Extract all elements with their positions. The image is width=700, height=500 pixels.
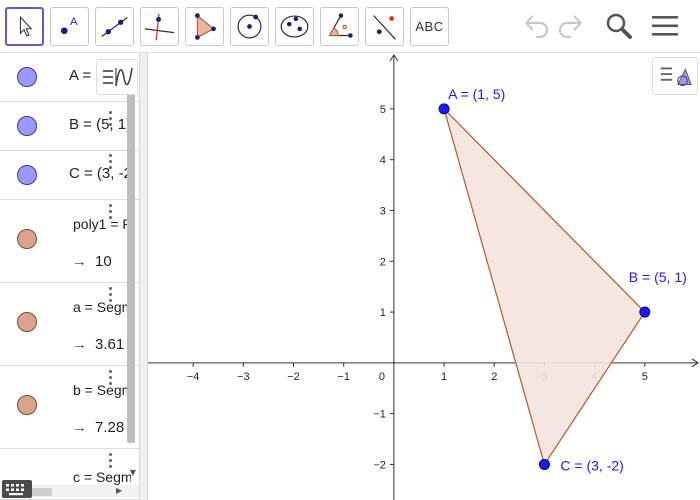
y-tick-label: −1 xyxy=(373,409,386,421)
triangle-poly1 xyxy=(443,108,646,466)
y-tick-label: 3 xyxy=(380,205,386,217)
reflect-icon xyxy=(373,15,396,40)
algebra-row-segment-a[interactable]: a = Segment(B, C, poly1) → 3.61 xyxy=(0,283,139,366)
line-tool-button[interactable] xyxy=(95,7,134,46)
definition-poly1[interactable]: poly1 = Polygon(A, B, C) xyxy=(73,216,131,232)
more-options-icon[interactable] xyxy=(108,287,114,305)
polygon-icon xyxy=(195,13,216,40)
graphics-style-bar-button[interactable] xyxy=(652,57,698,95)
conic-tool-button[interactable] xyxy=(275,7,314,46)
visibility-toggle-poly1[interactable] xyxy=(17,229,37,249)
scroll-down-arrow-icon[interactable]: ▼ xyxy=(127,467,139,479)
y-tick-label: 5 xyxy=(380,104,386,116)
visibility-toggle-segment-b[interactable] xyxy=(17,395,37,415)
move-tool-button[interactable] xyxy=(5,7,44,46)
point-b xyxy=(639,306,651,318)
point-icon: A xyxy=(60,16,78,35)
keyboard-button[interactable] xyxy=(2,480,32,498)
y-tick-label: 2 xyxy=(380,256,386,268)
undo-button[interactable] xyxy=(518,10,552,42)
circle-center-point-icon xyxy=(237,14,262,39)
redo-icon xyxy=(558,15,582,39)
algebra-row-poly1[interactable]: poly1 = Polygon(A, B, C) → 10 xyxy=(0,200,139,283)
x-tick-label: 1 xyxy=(441,371,447,383)
more-options-icon[interactable] xyxy=(108,154,114,172)
undo-icon xyxy=(525,15,549,39)
y-tick-label: −2 xyxy=(373,459,386,471)
x-tick-label: 5 xyxy=(642,371,648,383)
graphics-view[interactable]: −4−3−2−101234554321−1−2A = (1, 5)B = (5,… xyxy=(148,53,700,500)
ellipse-icon xyxy=(280,15,309,38)
x-tick-label: 2 xyxy=(491,371,497,383)
algebra-row-point-c[interactable]: C = (3, -2) xyxy=(0,151,139,200)
menu-button[interactable] xyxy=(648,10,682,42)
definition-b[interactable]: B = (5, 1) xyxy=(69,116,127,133)
value-arrow: → xyxy=(72,419,87,436)
angle-tool-button[interactable] xyxy=(320,7,359,46)
value-arrow: → xyxy=(72,336,87,353)
x-tick-label: −1 xyxy=(337,371,350,383)
value-segment-b: → 7.28 xyxy=(72,419,127,436)
keyboard-icon xyxy=(6,484,24,496)
visibility-toggle-segment-a[interactable] xyxy=(17,312,37,332)
geogebra-app: A ABC A = B = (5, 1) C = (3, - poly1 = →… xyxy=(0,0,700,500)
point-a xyxy=(438,103,450,115)
text-icon: ABC xyxy=(415,19,444,34)
value-poly1-number: 10 xyxy=(95,253,112,270)
x-tick-label: 0 xyxy=(379,371,385,383)
graphics-canvas[interactable]: −4−3−2−101234554321−1−2A = (1, 5)B = (5,… xyxy=(148,53,700,500)
menu-icon xyxy=(652,16,678,36)
point-c xyxy=(538,458,550,470)
x-tick-label: −3 xyxy=(237,371,250,383)
definition-segment-a[interactable]: a = Segment(B, C, poly1) xyxy=(73,299,131,315)
perpendicular-line-tool-button[interactable] xyxy=(140,7,179,46)
definition-c[interactable]: C = (3, -2) xyxy=(69,165,127,182)
value-segment-b-number: 7.28 xyxy=(95,419,125,436)
algebra-style-icon xyxy=(103,67,133,87)
point-tool-button[interactable]: A xyxy=(50,7,89,46)
visibility-toggle-b[interactable] xyxy=(17,116,37,136)
graphics-style-icon xyxy=(660,67,692,87)
value-poly1: → 10 xyxy=(72,253,127,270)
scroll-right-arrow-icon[interactable]: ▶ xyxy=(116,485,126,497)
more-options-icon[interactable] xyxy=(108,204,114,222)
visibility-toggle-a[interactable] xyxy=(17,67,37,87)
definition-segment-c[interactable]: c = Segment(A, B, poly1) xyxy=(73,469,131,485)
search-icon xyxy=(606,13,632,39)
value-segment-a-number: 3.61 xyxy=(95,336,125,353)
y-tick-label: 1 xyxy=(380,307,386,319)
x-tick-label: −4 xyxy=(187,371,200,383)
algebra-style-bar-button[interactable] xyxy=(96,59,138,95)
algebra-row-segment-b[interactable]: b = Segment(C, A, poly1) → 7.28 xyxy=(0,366,139,449)
point-label-b: B = (5, 1) xyxy=(629,269,687,285)
redo-button[interactable] xyxy=(555,10,589,42)
visibility-toggle-c[interactable] xyxy=(17,165,37,185)
pointer-arrow-icon xyxy=(19,15,33,37)
polygon-tool-button[interactable] xyxy=(185,7,224,46)
algebra-row-point-b[interactable]: B = (5, 1) xyxy=(0,102,139,151)
more-options-icon[interactable] xyxy=(108,453,114,471)
point-tool-letter: A xyxy=(70,16,78,28)
view-divider[interactable] xyxy=(139,53,148,500)
perpendicular-line-icon xyxy=(144,13,175,41)
y-tick-label: 4 xyxy=(380,155,386,167)
x-tick-label: −2 xyxy=(287,371,300,383)
text-tool-button[interactable]: ABC xyxy=(410,7,449,46)
reflect-tool-button[interactable] xyxy=(365,7,404,46)
definition-segment-b[interactable]: b = Segment(C, A, poly1) xyxy=(73,382,131,398)
algebra-view: A = (1, 5) B = (5, 1) C = (3, -2) poly1 … xyxy=(0,53,139,500)
circle-tool-button[interactable] xyxy=(230,7,269,46)
value-segment-a: → 3.61 xyxy=(72,336,127,353)
point-label-c: C = (3, -2) xyxy=(560,457,623,473)
point-label-a: A = (1, 5) xyxy=(448,86,505,102)
line-through-points-icon xyxy=(101,16,128,37)
more-options-icon[interactable] xyxy=(108,370,114,388)
algebra-scrollbar-vertical[interactable] xyxy=(127,93,135,443)
angle-icon xyxy=(328,13,353,38)
more-options-icon[interactable] xyxy=(108,111,114,129)
toolbar: A ABC xyxy=(0,0,700,53)
value-arrow: → xyxy=(72,253,87,270)
search-button[interactable] xyxy=(602,10,636,42)
